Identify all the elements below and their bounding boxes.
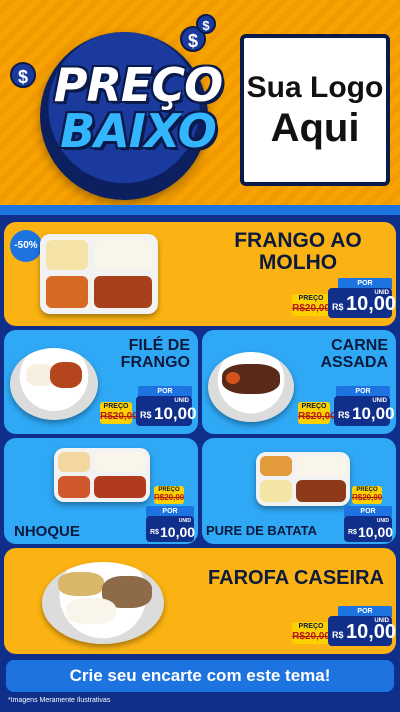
new-price: R$ 10,00 UNID [344, 516, 393, 542]
product-card-file-de-frango[interactable]: FILÉ DE FRANGO PREÇO R$20,00 POR R$ 10,0… [4, 330, 198, 434]
logo-placeholder[interactable]: Sua Logo Aqui [240, 34, 390, 186]
brand-title-line2: BAIXO [60, 104, 217, 158]
product-name: NHOQUE [14, 523, 80, 540]
bowl-image [42, 562, 164, 644]
price-tag: PREÇO R$20,00 POR R$ 10,00 UNID [322, 486, 393, 544]
bowl-image [208, 352, 294, 422]
logo-text-line1: Sua Logo [246, 71, 384, 104]
product-name: FAROFA CASEIRA [208, 567, 384, 589]
price-tag: PREÇO R$20,00 POR R$ 10,00 UNID [298, 386, 395, 428]
meal-tray-image [54, 448, 150, 502]
meal-tray-image [40, 234, 158, 314]
old-price: PREÇO R$20,00 [154, 486, 185, 504]
meal-tray-image [256, 452, 350, 506]
discount-badge: -50% [10, 230, 42, 262]
product-card-carne-assada[interactable]: CARNE ASSADA PREÇO R$20,00 POR R$ 10,00 … [202, 330, 396, 434]
new-price: R$ 10,00 UNID [334, 396, 395, 426]
dollar-icon: $ [196, 14, 216, 34]
product-card-farofa-caseira[interactable]: FAROFA CASEIRA PREÇO R$20,00 POR R$ 10,0… [4, 548, 396, 654]
new-price: R$ 10,00 UNID [328, 288, 396, 318]
old-price: PREÇO R$20,00 [292, 622, 330, 644]
price-tag: PREÇO R$20,00 POR R$ 10,00 UNID [292, 278, 396, 320]
product-name: FILÉ DE FRANGO [120, 337, 190, 371]
product-card-frango-ao-molho[interactable]: -50% FRANGO AO MOLHO PREÇO R$20,00 POR R… [4, 222, 396, 326]
create-flyer-button[interactable]: Crie seu encarte com este tema! [6, 660, 394, 692]
price-tag: PREÇO R$20,00 POR R$ 10,00 UNID [124, 486, 195, 544]
new-price: R$ 10,00 UNID [328, 616, 396, 646]
old-price: PREÇO R$20,00 [292, 294, 330, 316]
product-card-nhoque[interactable]: NHOQUE PREÇO R$20,00 POR R$ 10,00 UNID [4, 438, 198, 544]
new-price: R$ 10,00 UNID [146, 516, 195, 542]
header-divider [0, 205, 400, 215]
bowl-image [10, 348, 98, 420]
old-price: PREÇO R$20,00 [352, 486, 383, 504]
header-banner: $ $ $ PREÇO BAIXO Sua Logo Aqui [0, 0, 400, 212]
product-card-pure-de-batata[interactable]: PURE DE BATATA PREÇO R$20,00 POR R$ 10,0… [202, 438, 396, 544]
logo-text-line2: Aqui [270, 106, 360, 150]
price-tag: PREÇO R$20,00 POR R$ 10,00 UNID [292, 606, 396, 648]
price-tag: PREÇO R$20,00 POR R$ 10,00 UNID [100, 386, 197, 428]
disclaimer-text: *Imagens Meramente Ilustrativas [8, 697, 111, 704]
product-name: CARNE ASSADA [320, 337, 388, 371]
old-price: PREÇO R$20,00 [100, 402, 138, 424]
new-price: R$ 10,00 UNID [136, 396, 197, 426]
product-name: FRANGO AO MOLHO [234, 229, 362, 275]
old-price: PREÇO R$20,00 [298, 402, 336, 424]
